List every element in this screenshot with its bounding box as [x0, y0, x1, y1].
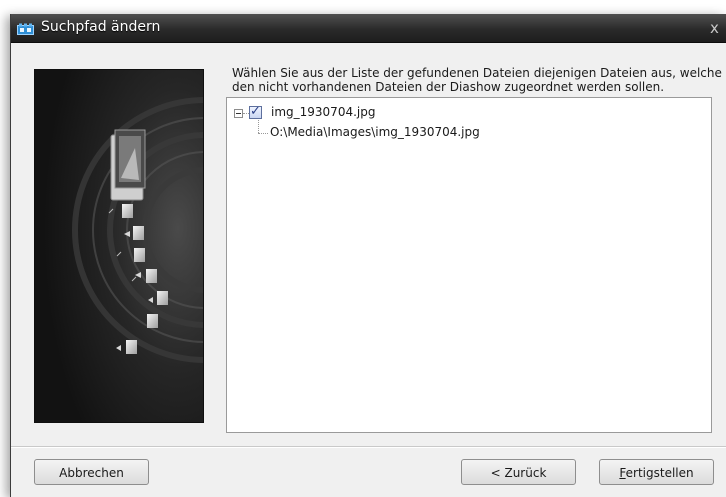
folder-tree-illustration	[34, 69, 204, 423]
close-icon[interactable]: x	[710, 18, 726, 38]
tree-collapse-icon[interactable]	[234, 109, 243, 118]
finish-button[interactable]: Fertigstellen	[599, 459, 714, 485]
dialog-window: Suchpfad ändern x Wählen Sie aus der Lis…	[10, 14, 726, 497]
cancel-button[interactable]: Abbrechen	[34, 459, 149, 485]
tree-connector	[258, 120, 259, 133]
file-list[interactable]: ✓ img_1930704.jpg O:\Media\Images\img_19…	[226, 97, 712, 433]
button-separator	[11, 446, 726, 448]
slideshow-app-icon	[17, 21, 34, 35]
checkbox-checked-icon[interactable]: ✓	[249, 104, 262, 119]
instruction-text: Wählen Sie aus der Liste der gefundenen …	[232, 66, 722, 94]
tree-connector	[258, 133, 268, 134]
file-item-path[interactable]: O:\Media\Images\img_1930704.jpg	[270, 125, 480, 139]
back-button[interactable]: < Zurück	[461, 459, 576, 485]
file-item-name[interactable]: img_1930704.jpg	[271, 105, 375, 119]
title-bar[interactable]: Suchpfad ändern x	[11, 14, 726, 43]
window-title: Suchpfad ändern	[41, 19, 161, 35]
finish-label: ertigstellen	[625, 466, 694, 480]
